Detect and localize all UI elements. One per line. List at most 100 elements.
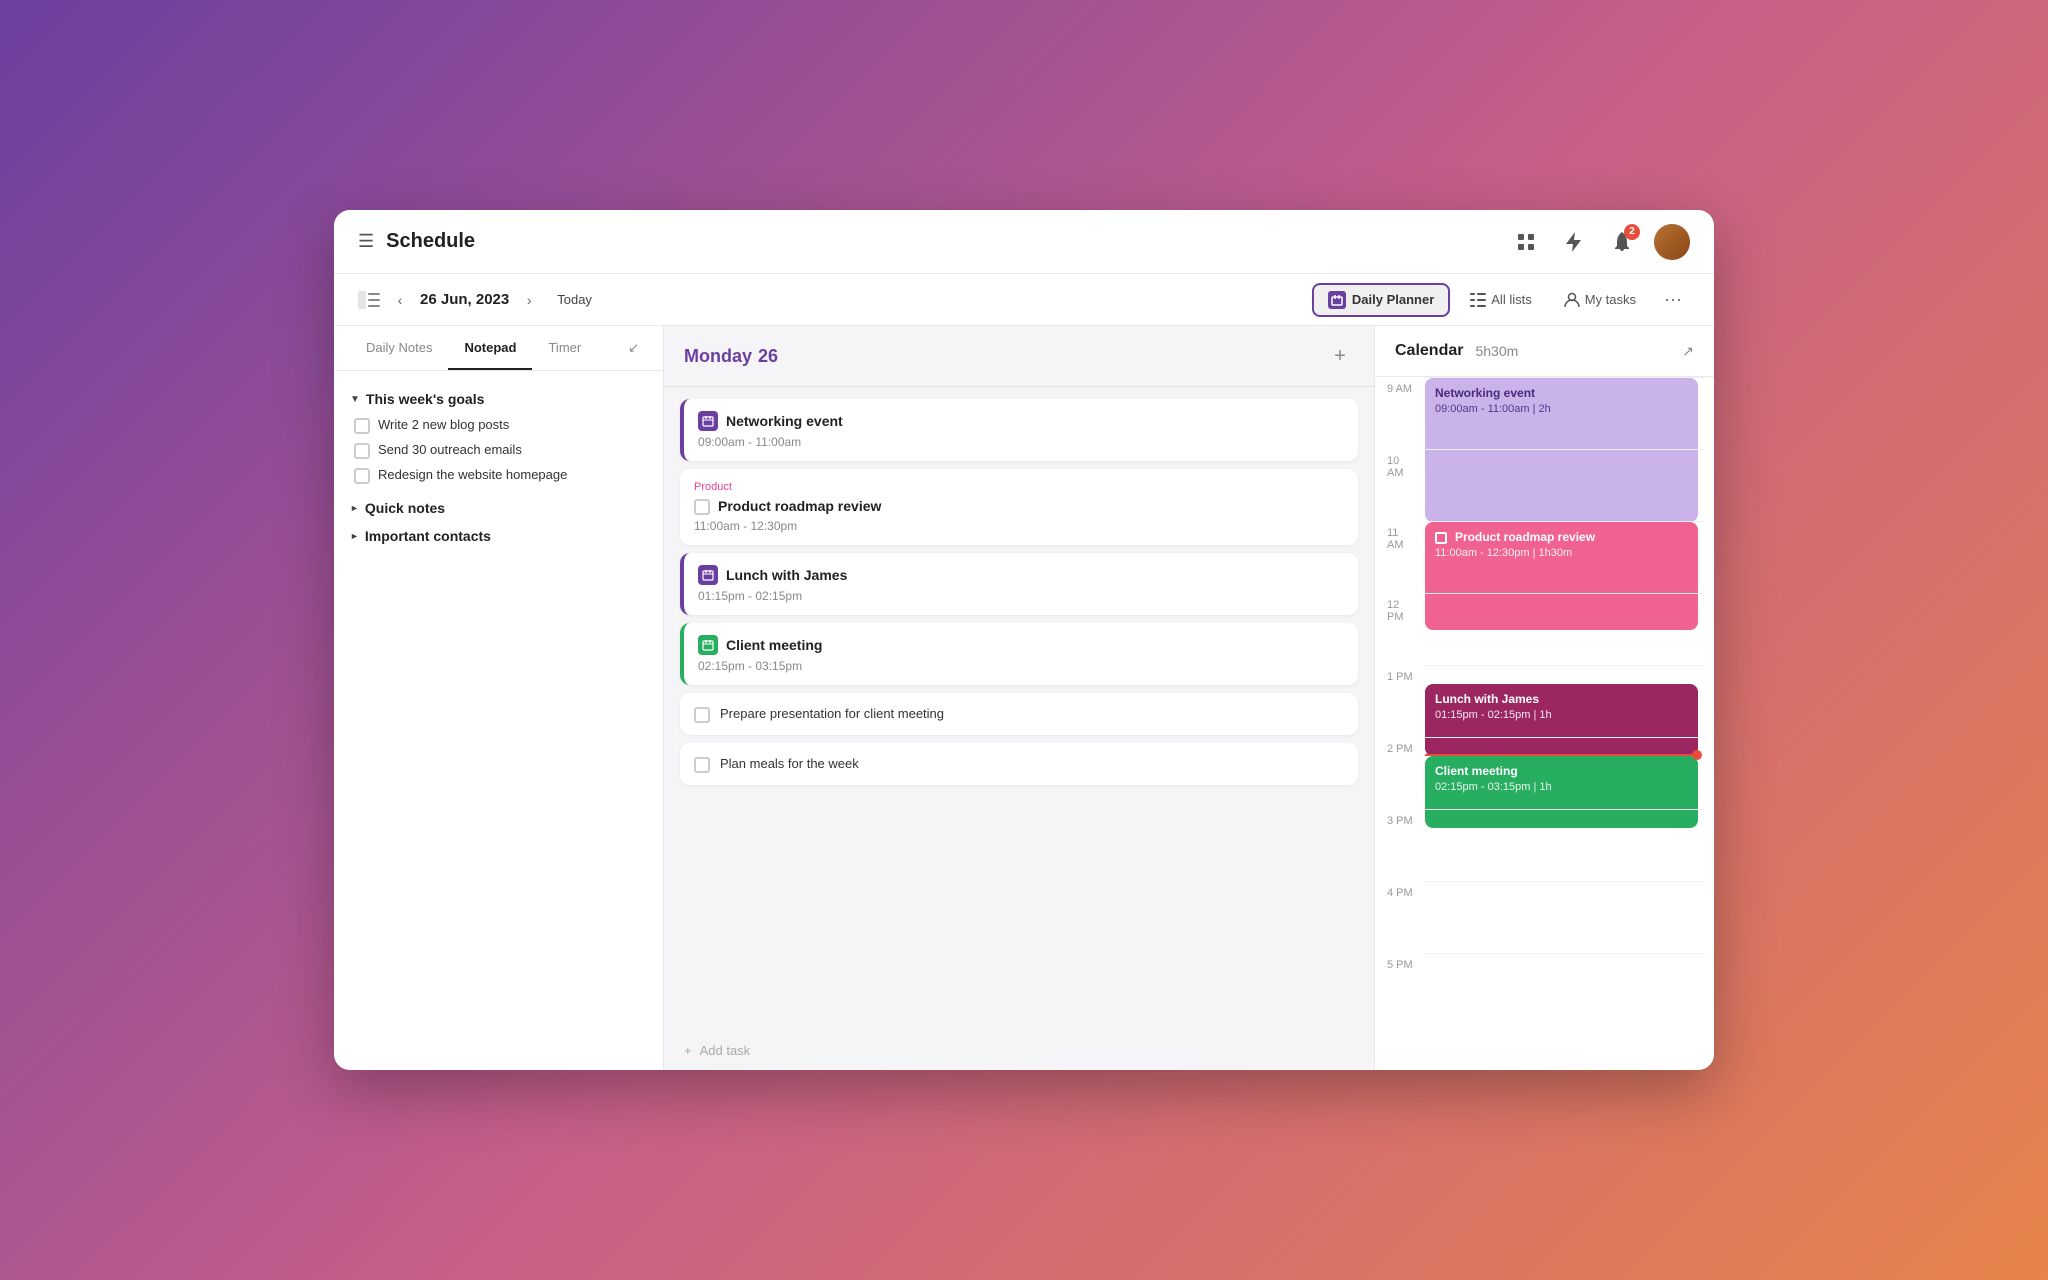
networking-event-title: Networking event [726,413,843,429]
time-content-4pm [1425,881,1706,953]
prev-date-button[interactable]: ‹ [388,288,412,312]
quick-notes-section[interactable]: ► Quick notes [350,500,647,516]
time-row-2pm: 2 PM Client meeting 02:15pm - 03:15pm | … [1375,737,1714,809]
notification-badge: 2 [1624,224,1640,240]
add-task-plus-icon: + [684,1043,692,1058]
task-prepare-presentation[interactable]: Prepare presentation for client meeting [680,693,1358,735]
task-row-6: Plan meals for the week [694,755,1344,773]
right-panel: Calendar 5h30m ↗ 9 AM Networking event 0… [1374,326,1714,1070]
client-meeting-title: Client meeting [726,637,822,653]
tab-daily-notes[interactable]: Daily Notes [350,326,448,370]
goal-label-1: Write 2 new blog posts [378,417,509,432]
time-row-12pm: 12 PM [1375,593,1714,665]
goal-item-2: Send 30 outreach emails [350,442,647,459]
time-content-10am [1425,449,1706,521]
prepare-presentation-checkbox[interactable] [694,707,710,723]
current-date: 26 Jun, 2023 [420,291,509,308]
task-networking-event[interactable]: Networking event 09:00am - 11:00am [680,399,1358,461]
notification-icon[interactable]: 2 [1606,226,1638,258]
goal-checkbox-2[interactable] [354,443,370,459]
day-name: Monday [684,346,752,367]
cal-product-time: 11:00am - 12:30pm | 1h30m [1435,546,1688,560]
important-contacts-arrow: ► [350,531,359,541]
quick-notes-title: Quick notes [365,500,445,516]
next-date-button[interactable]: › [517,288,541,312]
time-content-1pm: Lunch with James 01:15pm - 02:15pm | 1h [1425,665,1706,737]
sidebar-toggle-button[interactable] [358,291,380,309]
header-right: 2 [1510,224,1690,260]
add-task-header-button[interactable]: + [1326,342,1354,370]
time-label-9am: 9 AM [1375,377,1425,395]
cal-client-time: 02:15pm - 03:15pm | 1h [1435,780,1688,794]
time-grid: 9 AM Networking event 09:00am - 11:00am … [1375,377,1714,1025]
time-content-2pm: Client meeting 02:15pm - 03:15pm | 1h [1425,737,1706,809]
time-row-4pm: 4 PM [1375,881,1714,953]
daily-planner-label: Daily Planner [1352,292,1434,307]
time-label-1pm: 1 PM [1375,665,1425,683]
daily-planner-icon [1328,291,1346,309]
collapse-panel-button[interactable]: ↙ [620,326,647,370]
product-roadmap-checkbox[interactable] [694,499,710,515]
avatar[interactable] [1654,224,1690,260]
task-card-header: Networking event [698,411,1344,431]
time-label-4pm: 4 PM [1375,881,1425,899]
time-content-5pm [1425,953,1706,1025]
calendar-expand-button[interactable]: ↗ [1682,343,1694,360]
plan-meals-checkbox[interactable] [694,757,710,773]
calendar-duration: 5h30m [1475,343,1518,359]
all-lists-button[interactable]: All lists [1458,286,1543,313]
lunch-james-time: 01:15pm - 02:15pm [698,589,1344,603]
my-tasks-button[interactable]: My tasks [1552,286,1648,314]
task-lunch-james[interactable]: Lunch with James 01:15pm - 02:15pm [680,553,1358,615]
today-button[interactable]: Today [549,288,600,311]
goals-section: ▼ This week's goals Write 2 new blog pos… [350,391,647,484]
cal-lunch-title: Lunch with James [1435,692,1688,708]
grid-icon[interactable] [1510,226,1542,258]
task-client-meeting[interactable]: Client meeting 02:15pm - 03:15pm [680,623,1358,685]
goal-checkbox-3[interactable] [354,468,370,484]
time-content-9am: Networking event 09:00am - 11:00am | 2h [1425,377,1706,449]
header: ☰ Schedule [334,210,1714,274]
time-row-3pm: 3 PM [1375,809,1714,881]
goals-section-header[interactable]: ▼ This week's goals [350,391,647,407]
app-window: ☰ Schedule [334,210,1714,1070]
goal-item-3: Redesign the website homepage [350,467,647,484]
product-roadmap-title: Product roadmap review [718,498,881,514]
tab-timer[interactable]: Timer [532,326,597,370]
app-title: Schedule [386,230,475,253]
time-label-2pm: 2 PM [1375,737,1425,755]
add-task-footer[interactable]: + Add task [664,1031,1374,1070]
toolbar: ‹ 26 Jun, 2023 › Today Daily Planner [334,274,1714,326]
menu-icon[interactable]: ☰ [358,231,374,252]
time-row-5pm: 5 PM [1375,953,1714,1025]
tasks-list: Networking event 09:00am - 11:00am Produ… [664,387,1374,1031]
current-time-line [1425,754,1698,756]
quick-notes-arrow: ► [350,503,359,513]
task-card-header-3: Lunch with James [698,565,1344,585]
task-calendar-icon-4 [698,635,718,655]
more-options-button[interactable]: ··· [1656,285,1690,314]
task-product-roadmap[interactable]: Product Product roadmap review 11:00am -… [680,469,1358,545]
my-tasks-label: My tasks [1585,292,1636,307]
important-contacts-section[interactable]: ► Important contacts [350,528,647,544]
cal-product-checkbox[interactable] [1435,532,1447,544]
day-header: Monday 26 + [664,326,1374,387]
task-row-5: Prepare presentation for client meeting [694,705,1344,723]
lightning-icon[interactable] [1558,226,1590,258]
tab-notepad[interactable]: Notepad [448,326,532,370]
daily-planner-button[interactable]: Daily Planner [1312,283,1450,317]
time-row-10am: 10 AM [1375,449,1714,521]
networking-event-time: 09:00am - 11:00am [698,435,1344,449]
time-label-5pm: 5 PM [1375,953,1425,971]
cal-client-title: Client meeting [1435,764,1688,780]
goals-collapse-arrow: ▼ [350,394,360,405]
task-plan-meals[interactable]: Plan meals for the week [680,743,1358,785]
cal-lunch-time: 01:15pm - 02:15pm | 1h [1435,708,1688,722]
calendar-body: 9 AM Networking event 09:00am - 11:00am … [1375,377,1714,1070]
task-card-header-2: Product roadmap review [694,497,1344,515]
goal-checkbox-1[interactable] [354,418,370,434]
client-meeting-time: 02:15pm - 03:15pm [698,659,1344,673]
goal-item-1: Write 2 new blog posts [350,417,647,434]
time-content-3pm [1425,809,1706,881]
all-lists-label: All lists [1491,292,1531,307]
